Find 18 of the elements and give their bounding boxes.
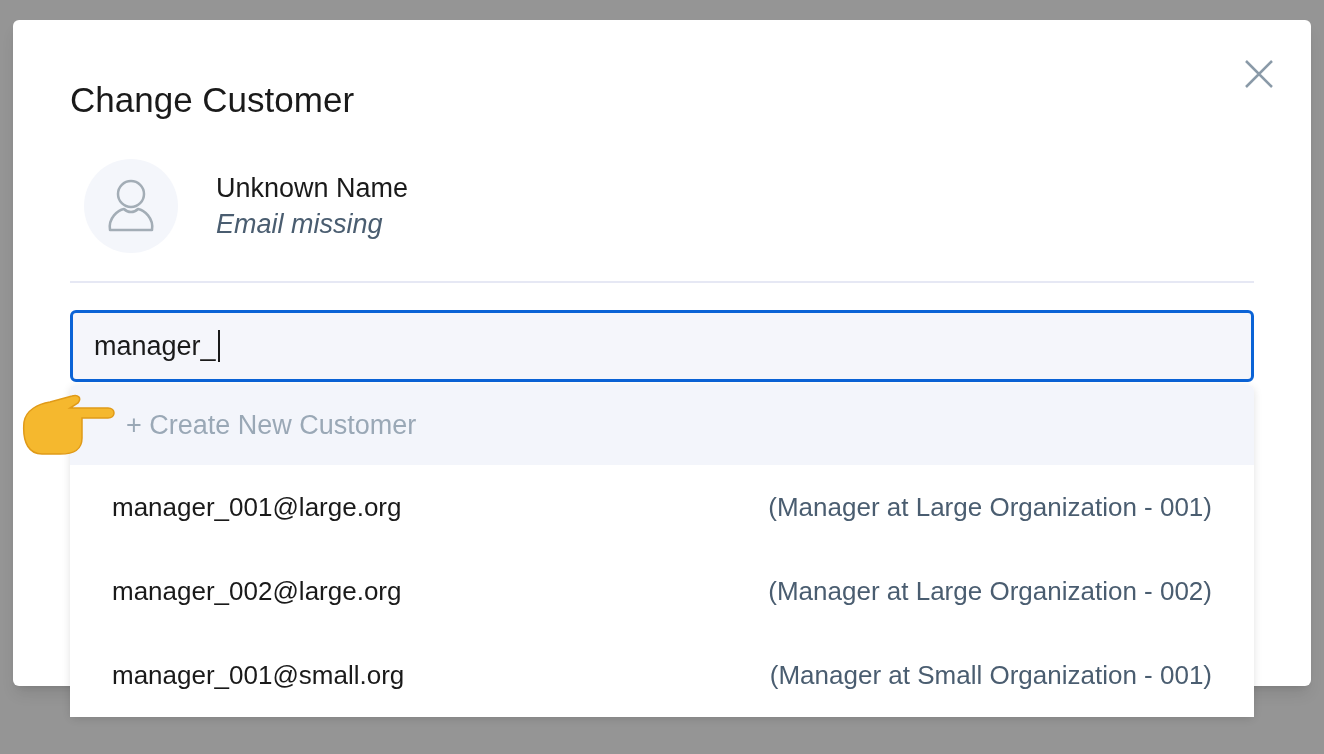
- customer-name: Unknown Name: [216, 172, 409, 205]
- dialog-title: Change Customer: [70, 79, 356, 121]
- customer-option[interactable]: manager_001@small.org (Manager at Small Organization - 001): [70, 633, 1254, 717]
- close-icon: [1244, 59, 1274, 89]
- customer-description: (Manager at Large Organization - 002): [768, 574, 1212, 608]
- search-text: manager_: [94, 329, 216, 363]
- customer-email: manager_002@large.org: [112, 574, 402, 608]
- text-caret: [217, 330, 220, 362]
- customer-email: manager_001@large.org: [112, 490, 402, 524]
- customer-option[interactable]: manager_001@large.org (Manager at Large Organization - 001): [70, 465, 1254, 549]
- customer-option[interactable]: manager_002@large.org (Manager at Large Organization - 002): [70, 549, 1254, 633]
- customer-email: Email missing: [216, 208, 384, 241]
- search-field[interactable]: manager_: [70, 310, 1254, 382]
- close-button[interactable]: [1243, 58, 1275, 90]
- customer-description: (Manager at Large Organization - 001): [768, 490, 1212, 524]
- customer-email: manager_001@small.org: [112, 658, 405, 692]
- customer-description: (Manager at Small Organization - 001): [769, 658, 1212, 692]
- pointing-hand-icon: [20, 394, 116, 456]
